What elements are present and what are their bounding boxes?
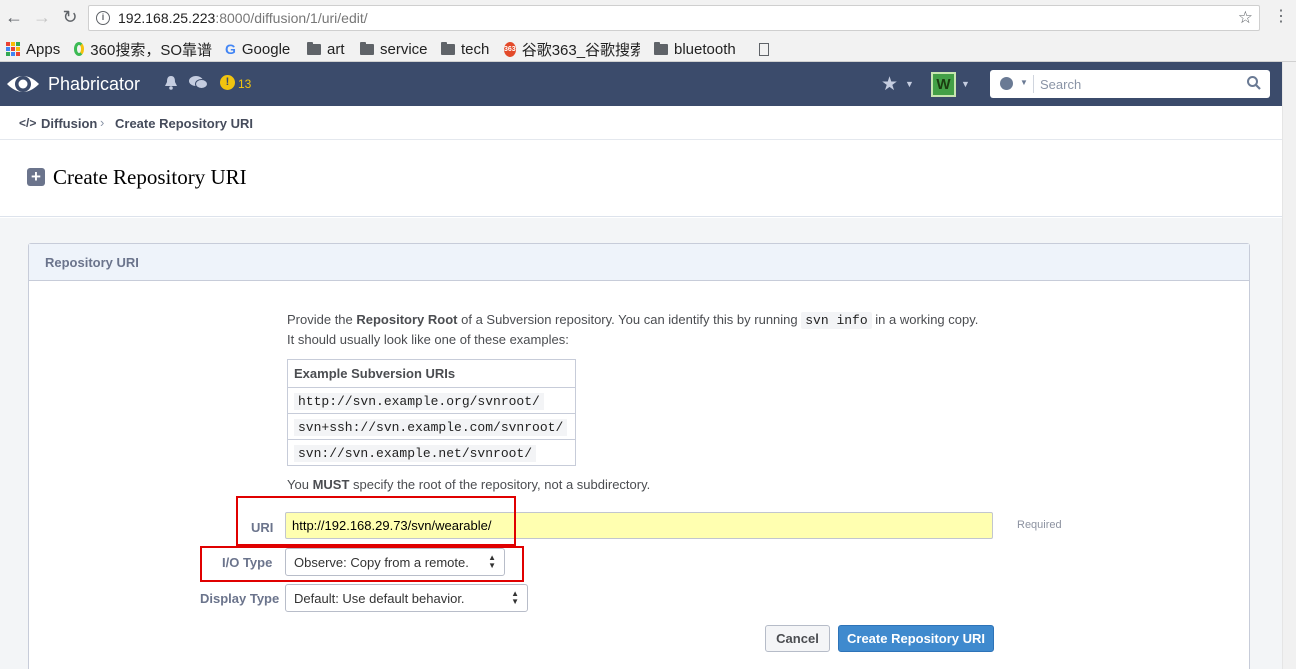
io-type-highlight-box (200, 546, 524, 582)
display-type-value: Default: Use default behavior. (294, 591, 465, 606)
bookmark-google[interactable]: G Google (225, 39, 290, 59)
user-avatar[interactable]: W (931, 72, 956, 97)
reload-icon[interactable]: ↻ (60, 7, 80, 27)
plus-square-icon: + (27, 168, 45, 186)
bookmark-label: 谷歌363_谷歌搜索 (521, 41, 640, 59)
note-part: You (287, 477, 313, 492)
bookmark-label: tech (461, 40, 490, 58)
required-note: Required (1017, 519, 1062, 531)
info-icon[interactable]: i (96, 11, 110, 25)
display-type-select[interactable]: Default: Use default behavior. ▲ ▼ (285, 584, 528, 612)
breadcrumb: </> Diffusion › Create Repository URI (0, 106, 1282, 140)
url-path: :8000/diffusion/1/uri/edit/ (215, 10, 368, 26)
alert-count[interactable]: 13 (238, 77, 251, 91)
search-box: ▼ (990, 70, 1270, 98)
url-host: 192.168.25.223 (118, 10, 216, 26)
google-icon: G (225, 41, 236, 57)
forward-arrow-icon[interactable]: → (32, 7, 52, 27)
table-row: http://svn.example.org/svnroot/ (287, 387, 576, 414)
svn-info-code: svn info (801, 312, 872, 329)
back-arrow-icon[interactable]: ← (4, 7, 24, 27)
instructions-bold: Repository Root (356, 312, 458, 327)
bookmark-tech[interactable]: tech (441, 39, 489, 59)
360-icon: 363 (504, 41, 516, 57)
apps-grid-icon (6, 42, 20, 56)
bookmark-service[interactable]: service (360, 39, 428, 59)
bookmark-label: service (380, 40, 428, 58)
360-search-icon (74, 42, 85, 56)
chevron-down-icon[interactable]: ▼ (961, 79, 970, 89)
search-icon[interactable] (1246, 75, 1262, 91)
browser-menu-icon[interactable]: ⋮ (1273, 8, 1289, 26)
bookmark-page[interactable] (759, 39, 775, 59)
globe-icon[interactable] (1000, 77, 1013, 90)
bookmark-label: Apps (26, 40, 61, 58)
bookmark-apps[interactable]: Apps (6, 39, 60, 59)
table-row: svn+ssh://svn.example.com/svnroot/ (287, 413, 576, 440)
app-header: Phabricator ! 13 ★ ▼ W ▼ ▼ (0, 62, 1282, 106)
code-icon: </> (19, 116, 37, 130)
display-type-label: Display Type (200, 591, 280, 606)
select-arrows-icon: ▲ ▼ (511, 589, 519, 606)
repository-uri-panel: Repository URI Provide the Repository Ro… (28, 243, 1250, 669)
instructions-part: of a Subversion repository. You can iden… (457, 312, 802, 327)
chevron-down-icon[interactable]: ▼ (1020, 78, 1028, 87)
page-icon (759, 42, 769, 56)
uri-highlight-box (236, 496, 516, 546)
address-bar[interactable]: i 192.168.25.223:8000/diffusion/1/uri/ed… (88, 5, 1260, 31)
browser-toolbar: ← → ↻ i 192.168.25.223:8000/diffusion/1/… (0, 0, 1296, 36)
note-part: specify the root of the repository, not … (349, 477, 651, 492)
cancel-button[interactable]: Cancel (765, 625, 830, 652)
breadcrumb-current: Create Repository URI (115, 116, 253, 131)
chevron-down-icon[interactable]: ▼ (905, 79, 914, 89)
instructions-part: Provide the (287, 312, 357, 327)
bookmark-label: bluetooth (674, 40, 736, 58)
example-uri: svn+ssh://svn.example.com/svnroot/ (294, 418, 568, 436)
bookmark-google-363[interactable]: 363 谷歌363_谷歌搜索 (504, 39, 640, 59)
bookmark-label: Google (241, 40, 291, 58)
folder-icon (654, 41, 668, 55)
example-uri: svn://svn.example.net/svnroot/ (294, 444, 537, 462)
instructions-text: Provide the Repository Root of a Subvers… (287, 310, 987, 349)
bookmarks-bar: Apps 360搜索，SO靠谱 G Google art service tec… (0, 36, 1296, 62)
search-divider (1033, 75, 1034, 93)
examples-table: Example Subversion URIs http://svn.examp… (287, 359, 576, 466)
bookmark-star-icon[interactable]: ☆ (1238, 8, 1253, 28)
bookmark-bluetooth[interactable]: bluetooth (654, 39, 736, 59)
favorites-star-icon[interactable]: ★ (881, 73, 898, 96)
example-uri: http://svn.example.org/svnroot/ (294, 392, 544, 410)
url-text[interactable]: 192.168.25.223:8000/diffusion/1/uri/edit… (118, 10, 368, 26)
root-note: You MUST specify the root of the reposit… (287, 477, 650, 492)
page-title: Create Repository URI (53, 165, 247, 189)
bell-icon[interactable] (164, 75, 178, 94)
app-name[interactable]: Phabricator (48, 74, 140, 95)
table-row: svn://svn.example.net/svnroot/ (287, 439, 576, 466)
scrollbar[interactable] (1282, 62, 1296, 669)
breadcrumb-diffusion[interactable]: Diffusion (41, 116, 97, 131)
search-input[interactable] (1040, 75, 1240, 93)
page-header: + Create Repository URI (0, 141, 1282, 217)
panel-title: Repository URI (29, 244, 1249, 281)
note-bold: MUST (312, 477, 350, 492)
create-repository-uri-button[interactable]: Create Repository URI (838, 625, 994, 652)
alert-icon[interactable]: ! (220, 75, 235, 90)
bookmark-label: art (327, 40, 345, 58)
examples-header: Example Subversion URIs (287, 359, 576, 388)
chat-icon[interactable] (189, 75, 208, 94)
folder-icon (360, 41, 374, 55)
phabricator-eye-icon[interactable] (6, 69, 40, 99)
folder-icon (441, 41, 455, 55)
bookmark-360-search[interactable]: 360搜索，SO靠谱 (74, 39, 212, 59)
chevron-right-icon: › (100, 115, 105, 130)
bookmark-label: 360搜索，SO靠谱 (90, 41, 212, 59)
folder-icon (307, 41, 321, 55)
bookmark-art[interactable]: art (307, 39, 345, 59)
